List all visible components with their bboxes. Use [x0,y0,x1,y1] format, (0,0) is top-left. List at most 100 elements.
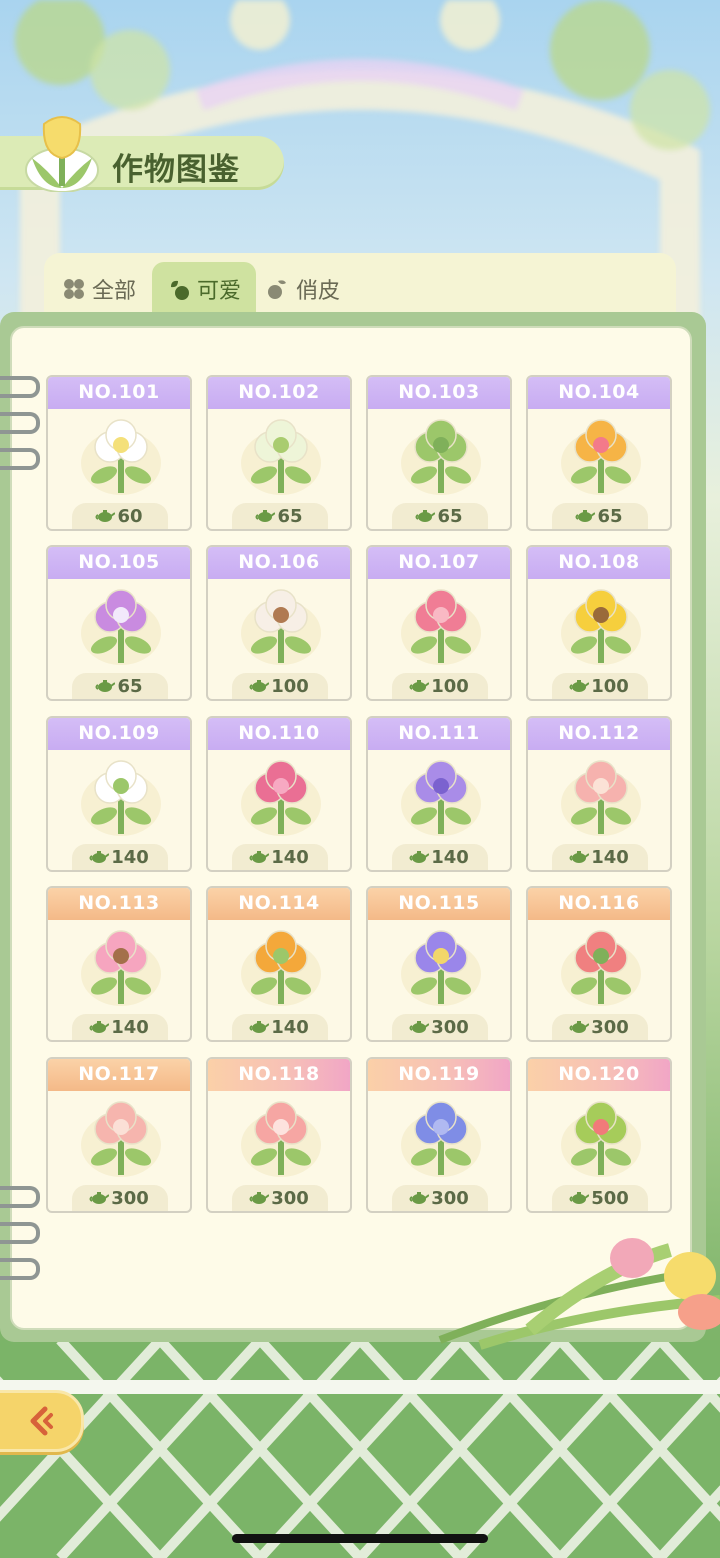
purple-flower-icon [401,760,481,836]
tulip-icon [25,116,99,192]
crop-number: NO.118 [208,1059,350,1091]
watering-can-icon [249,1192,270,1204]
cost-value: 65 [117,675,143,697]
crop-number: NO.115 [368,888,510,920]
crop-cost: 140 [368,844,510,870]
crop-card[interactable]: NO.105 65 [46,545,192,701]
crop-card[interactable]: NO.113 140 [46,886,192,1042]
cost-value: 140 [431,846,469,868]
home-indicator [232,1534,488,1543]
page-title: 作物图鉴 [112,152,240,188]
watering-can-icon [255,510,276,522]
watering-can-icon [95,510,116,522]
crop-number: NO.119 [368,1059,510,1091]
binder-ring [0,1222,40,1244]
crop-cost: 140 [48,844,190,870]
crop-number: NO.105 [48,547,190,579]
cost-value: 100 [431,675,469,697]
crop-number: NO.106 [208,547,350,579]
binder-ring [0,1258,40,1280]
watering-can-icon [409,680,430,692]
crop-card[interactable]: NO.112 140 [526,716,672,872]
crop-card[interactable]: NO.114 140 [206,886,352,1042]
binder-ring [0,376,40,398]
crop-cost: 300 [368,1014,510,1040]
crop-card[interactable]: NO.118 300 [206,1057,352,1213]
cost-value: 140 [271,1016,309,1038]
crop-number: NO.112 [528,718,670,750]
crop-cost: 60 [48,503,190,529]
lantern-fruit-icon [241,930,321,1006]
crop-cost: 300 [528,1014,670,1040]
cost-value: 100 [271,675,309,697]
crop-cost: 100 [528,673,670,699]
crop-card[interactable]: NO.104 65 [526,375,672,531]
cost-value: 65 [597,505,623,527]
watering-can-icon [409,1021,430,1033]
cost-value: 300 [431,1187,469,1209]
tab-cute[interactable]: 可爱 [152,262,256,316]
cost-value: 100 [591,675,629,697]
crop-card[interactable]: NO.116 300 [526,886,672,1042]
celosia-icon [561,419,641,495]
crop-card[interactable]: NO.102 65 [206,375,352,531]
crop-number: NO.116 [528,888,670,920]
crop-number: NO.111 [368,718,510,750]
white-daisy-icon [81,419,161,495]
crop-card[interactable]: NO.117 300 [46,1057,192,1213]
crop-cost: 300 [208,1185,350,1211]
azalea-icon [401,589,481,665]
crop-card[interactable]: NO.119 300 [366,1057,512,1213]
crop-cost: 300 [368,1185,510,1211]
crop-card[interactable]: NO.109 140 [46,716,192,872]
watering-can-icon [89,1192,110,1204]
cost-value: 500 [591,1187,629,1209]
crop-number: NO.109 [48,718,190,750]
crop-card[interactable]: NO.108 100 [526,545,672,701]
crop-cost: 65 [368,503,510,529]
crop-card[interactable]: NO.111 140 [366,716,512,872]
watering-can-icon [409,1192,430,1204]
cost-value: 300 [431,1016,469,1038]
crop-number: NO.107 [368,547,510,579]
tab-playful[interactable]: 俏皮 [266,262,356,316]
plum-blossom-icon [241,589,321,665]
back-button[interactable] [0,1390,84,1452]
rose-icon [241,1101,321,1177]
crop-card[interactable]: NO.120 500 [526,1057,672,1213]
watering-can-icon [569,680,590,692]
crop-card[interactable]: NO.115 300 [366,886,512,1042]
watering-can-icon [95,680,116,692]
cost-value: 300 [271,1187,309,1209]
crop-card[interactable]: NO.107 100 [366,545,512,701]
crop-number: NO.120 [528,1059,670,1091]
crop-number: NO.108 [528,547,670,579]
crop-cost: 500 [528,1185,670,1211]
crop-cost: 100 [208,673,350,699]
tab-cute-label: 可爱 [196,279,241,304]
tab-all[interactable]: 全部 [62,262,142,316]
cost-value: 140 [111,1016,149,1038]
crop-number: NO.101 [48,377,190,409]
clover-icon [64,279,84,299]
crop-cost: 140 [208,1014,350,1040]
watering-can-icon [249,1021,270,1033]
crop-card[interactable]: NO.103 65 [366,375,512,531]
watering-can-icon [575,510,596,522]
binder-ring [0,448,40,470]
crop-card[interactable]: NO.110 140 [206,716,352,872]
crop-number: NO.114 [208,888,350,920]
crop-card[interactable]: NO.101 60 [46,375,192,531]
tulip-bouquet-decoration [438,1238,720,1350]
watering-can-icon [569,1192,590,1204]
crop-cost: 65 [48,673,190,699]
binder-ring [0,412,40,434]
tab-playful-label: 俏皮 [296,279,341,304]
crop-card[interactable]: NO.106 100 [206,545,352,701]
crop-number: NO.117 [48,1059,190,1091]
cherry-blossom-icon [81,930,161,1006]
crop-number: NO.103 [368,377,510,409]
crop-number: NO.113 [48,888,190,920]
crop-cost: 100 [368,673,510,699]
gladiolus-icon [561,760,641,836]
